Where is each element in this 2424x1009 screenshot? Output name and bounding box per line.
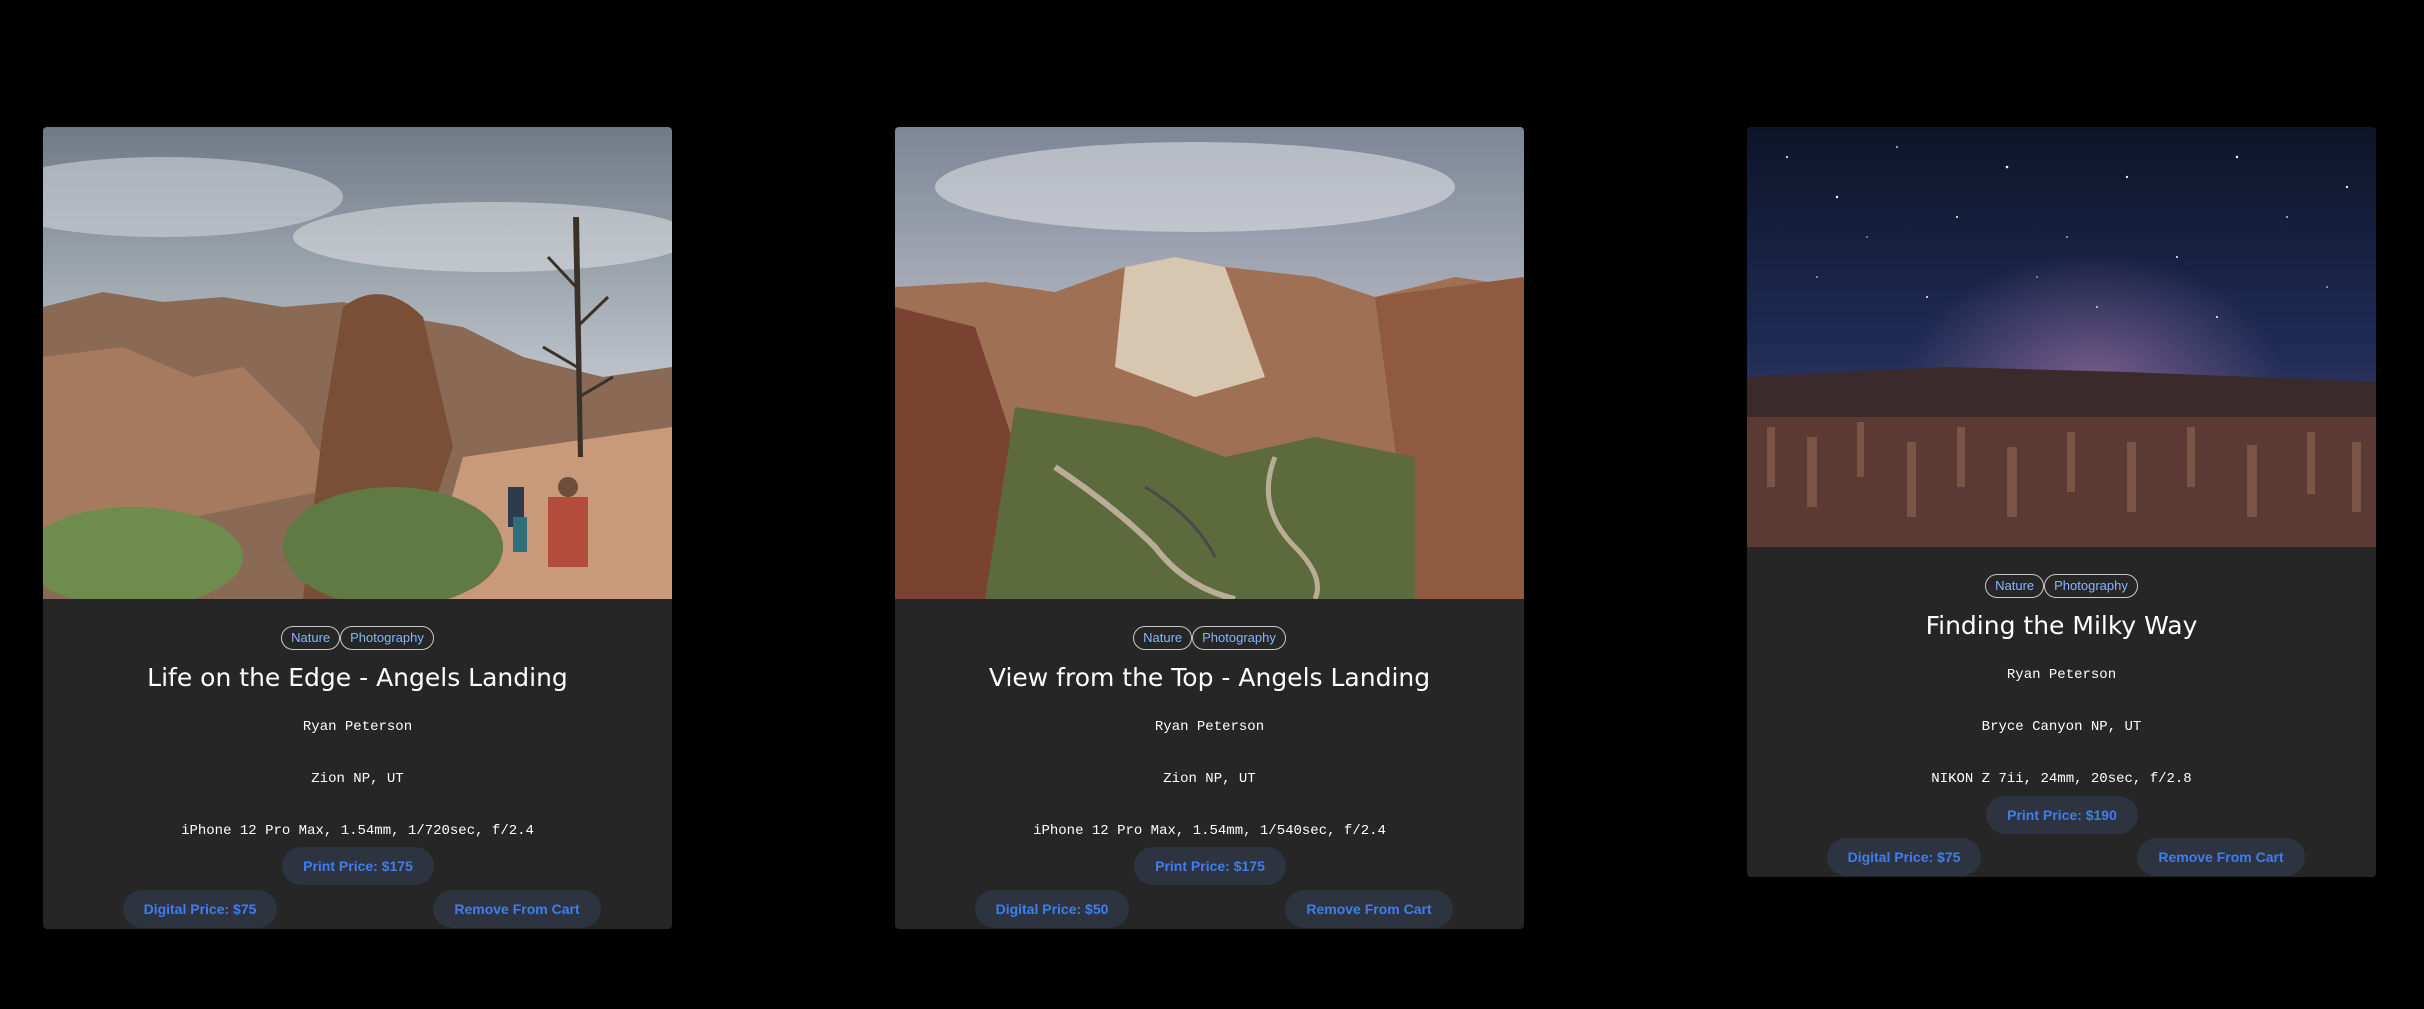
camera-settings: iPhone 12 Pro Max, 1.54mm, 1/540sec, f/2… xyxy=(1033,823,1386,839)
photo-title: Life on the Edge - Angels Landing xyxy=(147,663,568,692)
photo-card: Nature Photography View from the Top - A… xyxy=(895,127,1524,929)
tag-list: Nature Photography xyxy=(1747,574,2376,598)
photo-angels-landing-top[interactable] xyxy=(895,127,1524,599)
photographer-name: Ryan Peterson xyxy=(1154,719,1265,735)
tag-photography[interactable]: Photography xyxy=(2044,574,2138,598)
digital-price-button[interactable]: Digital Price: $75 xyxy=(1827,838,1981,876)
remove-from-cart-button[interactable]: Remove From Cart xyxy=(1285,890,1453,928)
photo-title: Finding the Milky Way xyxy=(1925,611,2198,640)
print-price-button[interactable]: Print Price: $175 xyxy=(1134,847,1286,885)
tag-nature[interactable]: Nature xyxy=(1133,626,1193,650)
tag-photography[interactable]: Photography xyxy=(340,626,434,650)
remove-from-cart-button[interactable]: Remove From Cart xyxy=(2137,838,2305,876)
photographer-name: Ryan Peterson xyxy=(2006,667,2117,683)
tag-list: Nature Photography xyxy=(895,626,1524,650)
tag-nature[interactable]: Nature xyxy=(281,626,341,650)
photographer-name: Ryan Peterson xyxy=(302,719,413,735)
tag-nature[interactable]: Nature xyxy=(1985,574,2045,598)
print-price-button[interactable]: Print Price: $190 xyxy=(1986,796,2138,834)
photo-location: Zion NP, UT xyxy=(1163,771,1256,787)
photo-location: Zion NP, UT xyxy=(311,771,404,787)
camera-settings: NIKON Z 7ii, 24mm, 20sec, f/2.8 xyxy=(1931,771,2192,787)
tag-photography[interactable]: Photography xyxy=(1192,626,1286,650)
digital-price-button[interactable]: Digital Price: $75 xyxy=(123,890,277,928)
camera-settings: iPhone 12 Pro Max, 1.54mm, 1/720sec, f/2… xyxy=(181,823,534,839)
photo-angels-landing-edge[interactable] xyxy=(43,127,672,599)
digital-price-button[interactable]: Digital Price: $50 xyxy=(975,890,1129,928)
remove-from-cart-button[interactable]: Remove From Cart xyxy=(433,890,601,928)
print-price-button[interactable]: Print Price: $175 xyxy=(282,847,434,885)
photo-card: Nature Photography Finding the Milky Way… xyxy=(1747,127,2376,877)
photo-location: Bryce Canyon NP, UT xyxy=(1981,719,2142,735)
photo-milky-way[interactable] xyxy=(1747,127,2376,547)
photo-title: View from the Top - Angels Landing xyxy=(988,663,1431,692)
photo-card: Nature Photography Life on the Edge - An… xyxy=(43,127,672,929)
tag-list: Nature Photography xyxy=(43,626,672,650)
